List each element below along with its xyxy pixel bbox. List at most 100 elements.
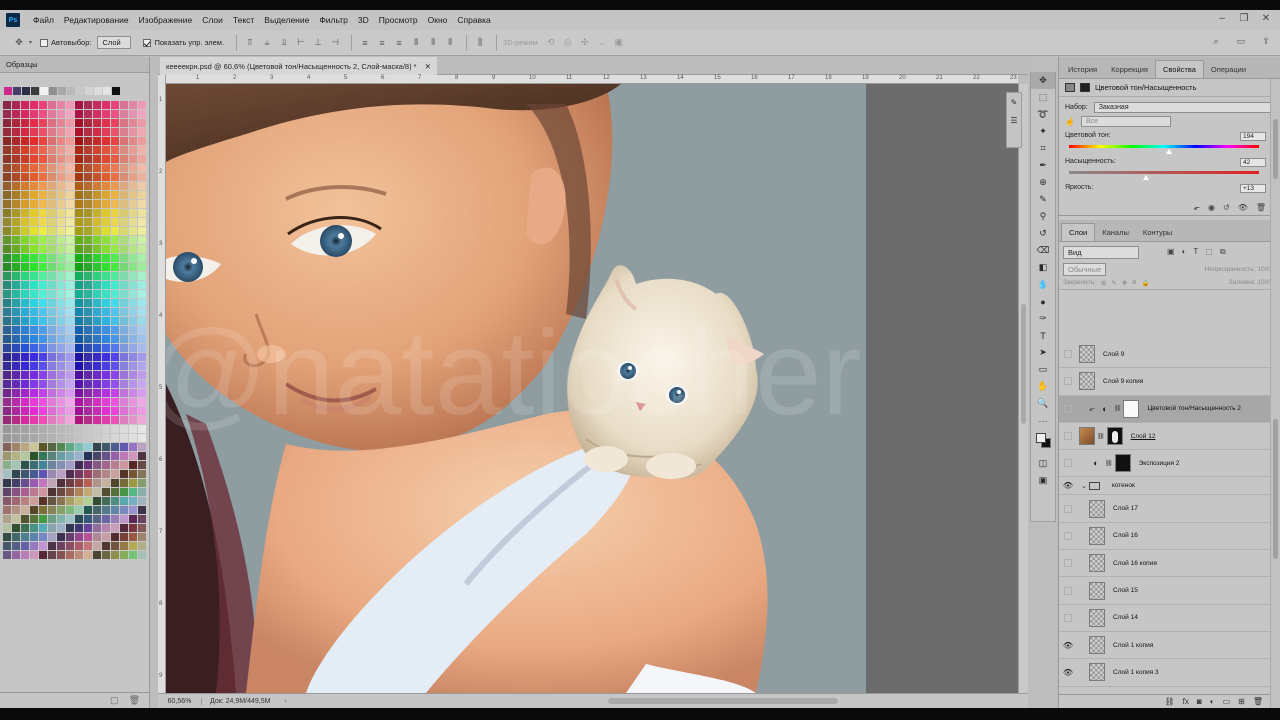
swatch[interactable] [120, 137, 128, 145]
swatch[interactable] [30, 470, 38, 478]
swatch[interactable] [120, 389, 128, 397]
swatch[interactable] [39, 434, 47, 442]
swatch[interactable] [48, 551, 56, 559]
swatch[interactable] [3, 182, 11, 190]
swatch[interactable] [3, 533, 11, 541]
swatch[interactable] [39, 146, 47, 154]
swatch[interactable] [102, 164, 110, 172]
swatch[interactable] [21, 245, 29, 253]
distribute-hcenter-icon[interactable]: ⦀ [426, 36, 440, 50]
swatch[interactable] [84, 119, 92, 127]
link-icon[interactable]: ⛓ [1105, 460, 1113, 467]
layer-row[interactable]: Слой 15 [1059, 577, 1271, 605]
swatch[interactable] [3, 101, 11, 109]
saturation-value[interactable]: 42 [1240, 158, 1266, 167]
swatch[interactable] [30, 326, 38, 334]
swatch[interactable] [75, 326, 83, 334]
swatch[interactable] [84, 218, 92, 226]
swatch[interactable] [93, 218, 101, 226]
swatch[interactable] [129, 416, 137, 424]
swatch[interactable] [84, 155, 92, 163]
quick-select-tool-icon[interactable]: ✦ [1031, 123, 1055, 140]
swatch[interactable] [21, 101, 29, 109]
swatch[interactable] [3, 128, 11, 136]
swatch[interactable] [75, 389, 83, 397]
swatch[interactable] [111, 425, 119, 433]
adjust-icon[interactable]: ☰ [1007, 111, 1021, 129]
layer-name[interactable]: Слой 1 копия 3 [1113, 669, 1159, 676]
layer-thumbnail[interactable] [1089, 608, 1105, 627]
swatch[interactable] [12, 470, 20, 478]
swatch[interactable] [111, 524, 119, 532]
swatch[interactable] [3, 362, 11, 370]
swatch[interactable] [21, 290, 29, 298]
swatch[interactable] [66, 389, 74, 397]
swatch[interactable] [129, 326, 137, 334]
swatch[interactable] [66, 416, 74, 424]
swatch[interactable] [129, 182, 137, 190]
swatch[interactable] [120, 326, 128, 334]
swatch[interactable] [57, 200, 65, 208]
tool-preset-chevron-icon[interactable]: ▾ [29, 39, 32, 46]
align-top-icon[interactable]: ⫪ [243, 36, 257, 50]
swatch[interactable] [30, 371, 38, 379]
healing-tool-icon[interactable]: ⊕ [1031, 174, 1055, 191]
swatch[interactable] [57, 146, 65, 154]
swatch[interactable] [21, 497, 29, 505]
swatch[interactable] [30, 290, 38, 298]
swatch[interactable] [75, 425, 83, 433]
swatch[interactable] [120, 164, 128, 172]
swatch[interactable] [129, 254, 137, 262]
swatch[interactable] [3, 452, 11, 460]
swatch[interactable] [30, 407, 38, 415]
more-tools-icon[interactable]: ··· [1031, 412, 1055, 429]
share-icon[interactable]: ⇪ [1259, 34, 1273, 48]
swatch[interactable] [30, 335, 38, 343]
swatch[interactable] [93, 416, 101, 424]
path-select-tool-icon[interactable]: ➤ [1031, 344, 1055, 361]
swatch[interactable] [111, 452, 119, 460]
swatch[interactable] [21, 191, 29, 199]
swatch[interactable] [93, 407, 101, 415]
swatch[interactable] [129, 200, 137, 208]
swatch[interactable] [39, 110, 47, 118]
swatch[interactable] [102, 353, 110, 361]
swatch[interactable] [21, 506, 29, 514]
swatch[interactable] [102, 524, 110, 532]
filter-type-icon[interactable]: T [1193, 247, 1198, 257]
swatch[interactable] [30, 281, 38, 289]
swatch[interactable] [39, 452, 47, 460]
swatch[interactable] [3, 488, 11, 496]
menu-window[interactable]: Окно [423, 15, 453, 25]
swatch[interactable] [138, 452, 146, 460]
swatch[interactable] [12, 551, 20, 559]
swatch[interactable] [93, 398, 101, 406]
swatch[interactable] [84, 380, 92, 388]
eyedropper-tool-icon[interactable]: ✒ [1031, 157, 1055, 174]
swatch[interactable] [12, 164, 20, 172]
swatch[interactable] [129, 209, 137, 217]
swatch[interactable] [75, 263, 83, 271]
mask-icon[interactable] [1080, 83, 1090, 92]
swatch[interactable] [3, 137, 11, 145]
distribute-right-icon[interactable]: ⦀ [443, 36, 457, 50]
layer-name[interactable]: Слой 14 [1113, 614, 1138, 621]
hand-tool-icon[interactable]: ✋ [1031, 378, 1055, 395]
swatch[interactable] [48, 236, 56, 244]
swatch[interactable] [75, 254, 83, 262]
swatch[interactable] [84, 335, 92, 343]
recent-swatch[interactable] [13, 87, 21, 95]
swatch[interactable] [48, 245, 56, 253]
close-icon[interactable]: ✕ [1260, 13, 1272, 24]
swatch[interactable] [138, 407, 146, 415]
swatch[interactable] [93, 245, 101, 253]
swatch[interactable] [66, 263, 74, 271]
swatch[interactable] [102, 173, 110, 181]
swatch[interactable] [12, 110, 20, 118]
swatch[interactable] [66, 551, 74, 559]
swatch[interactable] [66, 434, 74, 442]
swatch[interactable] [21, 137, 29, 145]
swatch[interactable] [84, 506, 92, 514]
align-left-icon[interactable]: ⊢ [294, 36, 308, 50]
swatch[interactable] [129, 524, 137, 532]
